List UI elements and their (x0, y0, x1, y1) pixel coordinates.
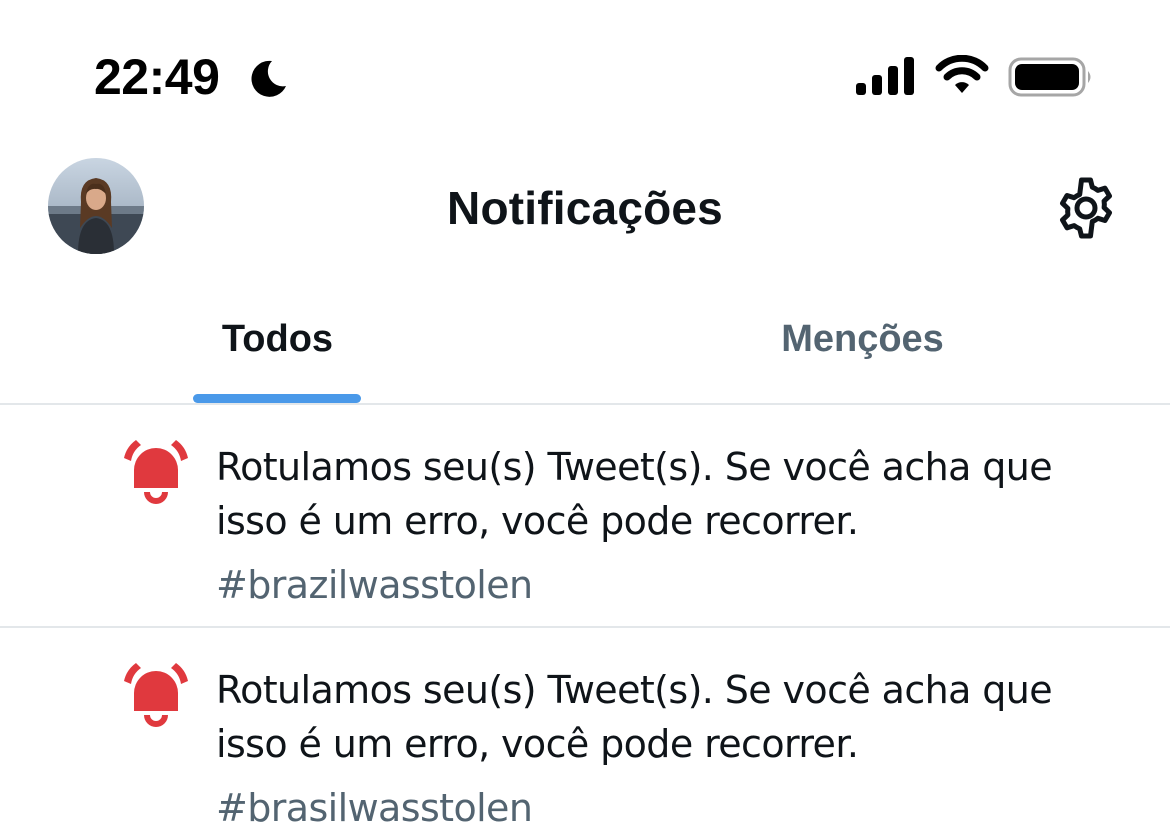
wifi-icon (935, 55, 989, 93)
notification-line-2: isso é um erro, você pode recorrer. (216, 722, 859, 766)
notification-text: Rotulamos seu(s) Tweet(s). Se você acha … (216, 663, 1116, 771)
settings-button[interactable] (1048, 170, 1124, 246)
active-tab-indicator (193, 394, 361, 403)
cellular-signal-icon (856, 57, 914, 95)
notification-item[interactable]: Rotulamos seu(s) Tweet(s). Se você acha … (0, 406, 1170, 626)
bell-icon (124, 440, 188, 504)
notification-line-1: Rotulamos seu(s) Tweet(s). Se você acha … (216, 445, 1053, 489)
tab-mencoes-label: Menções (781, 318, 944, 360)
moon-icon (251, 60, 286, 97)
notification-divider (0, 626, 1170, 628)
notification-hashtag: #brazilwasstolen (216, 563, 533, 607)
notification-item[interactable]: Rotulamos seu(s) Tweet(s). Se você acha … (0, 629, 1170, 840)
gear-icon (1060, 177, 1112, 239)
battery-icon (1008, 57, 1091, 97)
tab-todos-label: Todos (221, 318, 334, 360)
page-title: Notificações (447, 182, 723, 234)
tabs-divider (0, 403, 1170, 405)
tab-bar: Todos Menções (0, 290, 1170, 404)
status-bar: 22:49 (0, 0, 1170, 150)
tab-mencoes[interactable]: Menções (585, 290, 1140, 404)
bell-icon (124, 663, 188, 727)
tab-todos[interactable]: Todos (0, 290, 555, 404)
notification-line-2: isso é um erro, você pode recorrer. (216, 499, 859, 543)
notification-hashtag: #brasilwasstolen (216, 786, 533, 830)
notification-text: Rotulamos seu(s) Tweet(s). Se você acha … (216, 440, 1116, 548)
status-time: 22:49 (94, 49, 220, 105)
notification-line-1: Rotulamos seu(s) Tweet(s). Se você acha … (216, 668, 1053, 712)
